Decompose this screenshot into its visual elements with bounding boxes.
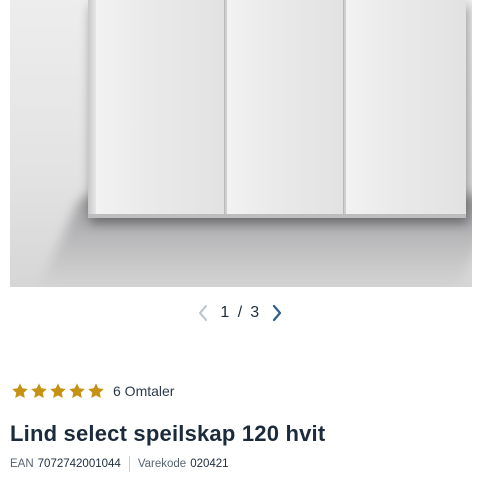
meta-divider <box>128 456 130 472</box>
chevron-left-icon[interactable] <box>192 302 214 324</box>
pager-total: 3 <box>250 304 260 321</box>
star-icon <box>31 383 47 399</box>
mirror-door-left <box>96 0 225 214</box>
sku-label: Varekode <box>137 458 187 470</box>
product-rating[interactable]: 6 Omtaler <box>11 381 174 401</box>
rating-stars <box>11 382 105 400</box>
cabinet-frame-bottom <box>88 214 466 218</box>
star-icon <box>50 383 66 399</box>
mirror-cabinet <box>88 0 466 218</box>
chevron-right-icon[interactable] <box>266 302 288 324</box>
product-title: Lind select speilskap 120 hvit <box>10 421 326 446</box>
star-icon <box>12 383 28 399</box>
pager-current: 1 <box>220 304 230 321</box>
cabinet-frame-side <box>88 0 96 218</box>
product-identifiers: EAN 7072742001044 Varekode 020421 <box>10 456 229 472</box>
ean-label: EAN <box>10 458 34 470</box>
reviews-link[interactable]: 6 Omtaler <box>113 383 174 399</box>
mirror-door-middle <box>227 0 344 214</box>
pager-separator: / <box>237 304 243 321</box>
image-pager: 1 / 3 <box>0 302 480 324</box>
mirror-door-right <box>346 0 466 214</box>
star-icon <box>88 383 104 399</box>
product-image[interactable] <box>10 0 472 287</box>
ean-value: 7072742001044 <box>37 458 121 470</box>
sku-value: 020421 <box>190 458 229 470</box>
star-icon <box>69 383 85 399</box>
